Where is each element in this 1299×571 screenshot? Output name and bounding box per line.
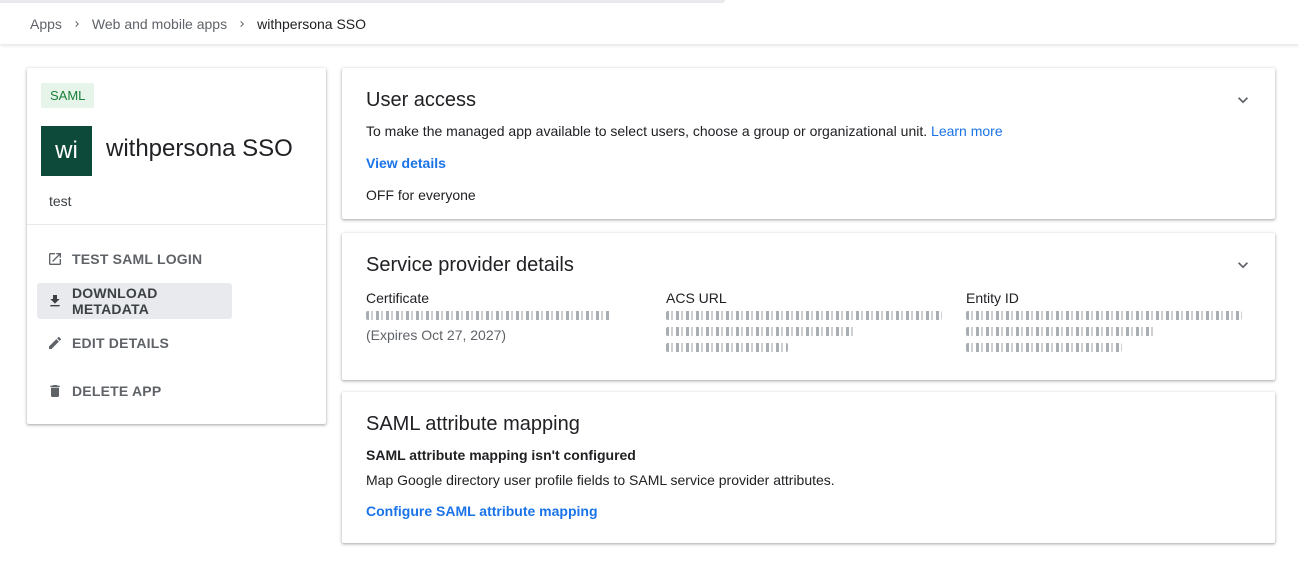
redacted-acs-url xyxy=(666,343,788,352)
service-provider-title: Service provider details xyxy=(366,254,574,276)
user-access-title: User access xyxy=(366,89,477,111)
configure-saml-mapping-link[interactable]: Configure SAML attribute mapping xyxy=(366,503,598,519)
acs-url-column: ACS URL xyxy=(666,290,946,359)
delete-app-button[interactable]: DELETE APP xyxy=(37,373,232,409)
divider xyxy=(27,224,326,225)
user-access-description: To make the managed app available to sel… xyxy=(366,123,928,139)
user-access-status: OFF for everyone xyxy=(366,187,476,203)
chevron-down-icon[interactable] xyxy=(1233,90,1253,110)
download-icon xyxy=(47,293,63,309)
breadcrumb: Apps Web and mobile apps withpersona SSO xyxy=(0,3,1299,44)
entity-id-label: Entity ID xyxy=(966,290,1019,306)
chevron-right-icon xyxy=(236,18,248,30)
app-summary-card: SAML wi withpersona SSO test TEST SAML L… xyxy=(27,68,326,424)
redacted-entity-id xyxy=(966,343,1122,352)
app-description: test xyxy=(49,193,72,209)
redacted-acs-url xyxy=(666,327,856,336)
chevron-right-icon xyxy=(71,18,83,30)
user-access-description-row: To make the managed app available to sel… xyxy=(366,123,1003,139)
service-provider-card: Service provider details Certificate (Ex… xyxy=(342,233,1275,380)
breadcrumb-current: withpersona SSO xyxy=(257,15,367,32)
breadcrumb-item-apps[interactable]: Apps xyxy=(30,16,62,32)
action-label: DOWNLOAD METADATA xyxy=(72,285,158,317)
learn-more-link[interactable]: Learn more xyxy=(931,123,1003,139)
breadcrumb-item-web-mobile-apps[interactable]: Web and mobile apps xyxy=(92,16,227,32)
certificate-column: Certificate (Expires Oct 27, 2027) xyxy=(366,290,616,343)
certificate-label: Certificate xyxy=(366,290,430,306)
saml-mapping-card: SAML attribute mapping SAML attribute ma… xyxy=(342,392,1275,543)
redacted-acs-url xyxy=(666,311,942,320)
download-metadata-button[interactable]: DOWNLOAD METADATA xyxy=(37,283,232,319)
action-label: EDIT DETAILS xyxy=(72,335,170,351)
saml-badge: SAML xyxy=(41,83,95,108)
redacted-entity-id xyxy=(966,311,1242,320)
app-logo: wi xyxy=(41,126,92,176)
view-details-link[interactable]: View details xyxy=(366,155,446,171)
saml-mapping-title: SAML attribute mapping xyxy=(366,413,580,435)
edit-details-button[interactable]: EDIT DETAILS xyxy=(37,325,232,361)
pencil-icon xyxy=(47,335,63,351)
open-in-new-icon xyxy=(47,251,63,267)
acs-url-label: ACS URL xyxy=(666,290,727,306)
action-label: TEST SAML LOGIN xyxy=(72,251,203,267)
user-access-card: User access To make the managed app avai… xyxy=(342,68,1275,219)
saml-mapping-description: Map Google directory user profile fields… xyxy=(366,472,835,488)
redacted-entity-id xyxy=(966,327,1156,336)
chevron-down-icon[interactable] xyxy=(1233,255,1253,275)
action-label: DELETE APP xyxy=(72,383,162,399)
redacted-certificate xyxy=(366,311,611,320)
app-name: withpersona SSO xyxy=(106,135,293,162)
trash-icon xyxy=(47,383,63,399)
test-saml-login-button[interactable]: TEST SAML LOGIN xyxy=(37,241,232,277)
entity-id-column: Entity ID xyxy=(966,290,1246,359)
saml-mapping-status: SAML attribute mapping isn't configured xyxy=(366,447,636,463)
certificate-expiry: (Expires Oct 27, 2027) xyxy=(366,327,507,343)
